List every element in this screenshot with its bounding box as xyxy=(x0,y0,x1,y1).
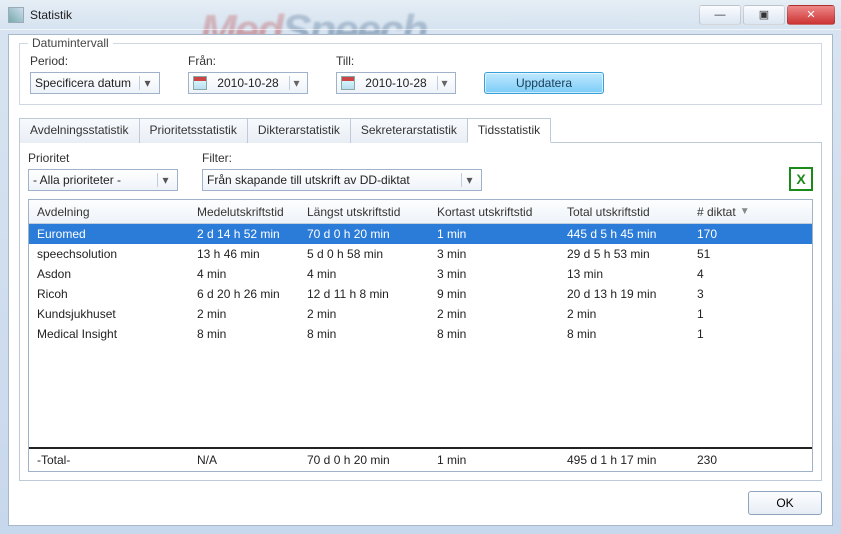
col-langst[interactable]: Längst utskriftstid xyxy=(299,205,429,219)
filter-combobox[interactable]: Från skapande till utskrift av DD-diktat… xyxy=(202,169,482,191)
period-label: Period: xyxy=(30,54,160,68)
close-button[interactable]: ✕ xyxy=(787,5,835,25)
export-excel-button[interactable]: X xyxy=(789,167,813,191)
col-kortast[interactable]: Kortast utskriftstid xyxy=(429,205,559,219)
col-avdelning[interactable]: Avdelning xyxy=(29,205,189,219)
chevron-down-icon: ▾ xyxy=(461,173,477,187)
table-row[interactable]: speechsolution 13 h 46 min 5 d 0 h 58 mi… xyxy=(29,244,812,264)
chevron-down-icon: ▾ xyxy=(139,76,155,90)
titlebar[interactable]: Statistik — ▣ ✕ xyxy=(0,0,841,30)
date-interval-group: Datumintervall Period: Specificera datum… xyxy=(19,43,822,105)
to-label: Till: xyxy=(336,54,456,68)
table-row[interactable]: Ricoh 6 d 20 h 26 min 12 d 11 h 8 min 9 … xyxy=(29,284,812,304)
tab-dikterarstatistik[interactable]: Dikterarstatistik xyxy=(247,118,351,143)
date-interval-legend: Datumintervall xyxy=(28,36,113,50)
filter-label: Filter: xyxy=(202,151,482,165)
tab-panel: Prioritet - Alla prioriteter - ▾ Filter:… xyxy=(19,143,822,481)
chevron-down-icon: ▾ xyxy=(437,76,451,90)
table-body: Euromed 2 d 14 h 52 min 70 d 0 h 20 min … xyxy=(29,224,812,447)
priority-combobox[interactable]: - Alla prioriteter - ▾ xyxy=(28,169,178,191)
table-total-row: -Total- N/A 70 d 0 h 20 min 1 min 495 d … xyxy=(29,447,812,471)
col-diktat[interactable]: # diktat ▼ xyxy=(689,205,809,219)
period-value: Specificera datum xyxy=(35,76,131,90)
window-title: Statistik xyxy=(30,8,72,22)
table-row[interactable]: Kundsjukhuset 2 min 2 min 2 min 2 min 1 xyxy=(29,304,812,324)
table-row[interactable]: Euromed 2 d 14 h 52 min 70 d 0 h 20 min … xyxy=(29,224,812,244)
update-button[interactable]: Uppdatera xyxy=(484,72,604,94)
statistics-table: Avdelning Medelutskriftstid Längst utskr… xyxy=(28,199,813,472)
tab-sekreterarstatistik[interactable]: Sekreterarstatistik xyxy=(350,118,468,143)
minimize-button[interactable]: — xyxy=(699,5,741,25)
tab-strip: Avdelningsstatistik Prioritetsstatistik … xyxy=(19,117,822,143)
to-datepicker[interactable]: 2010-10-28 ▾ xyxy=(336,72,456,94)
table-header: Avdelning Medelutskriftstid Längst utskr… xyxy=(29,200,812,224)
from-value: 2010-10-28 xyxy=(217,76,278,90)
from-label: Från: xyxy=(188,54,308,68)
calendar-icon xyxy=(193,76,207,90)
priority-label: Prioritet xyxy=(28,151,178,165)
tab-avdelningsstatistik[interactable]: Avdelningsstatistik xyxy=(19,118,140,143)
table-row[interactable]: Asdon 4 min 4 min 3 min 13 min 4 xyxy=(29,264,812,284)
client-area: Datumintervall Period: Specificera datum… xyxy=(8,34,833,526)
priority-value: - Alla prioriteter - xyxy=(33,173,121,187)
maximize-button[interactable]: ▣ xyxy=(743,5,785,25)
tab-prioritetsstatistik[interactable]: Prioritetsstatistik xyxy=(139,118,248,143)
chevron-down-icon: ▾ xyxy=(289,76,303,90)
table-row[interactable]: Medical Insight 8 min 8 min 8 min 8 min … xyxy=(29,324,812,344)
to-value: 2010-10-28 xyxy=(365,76,426,90)
filter-value: Från skapande till utskrift av DD-diktat xyxy=(207,173,410,187)
dialog-footer: OK xyxy=(19,481,822,515)
app-icon xyxy=(8,7,24,23)
period-combobox[interactable]: Specificera datum ▾ xyxy=(30,72,160,94)
tab-tidsstatistik[interactable]: Tidsstatistik xyxy=(467,118,551,143)
sort-desc-icon: ▼ xyxy=(740,206,750,217)
col-medelutskriftstid[interactable]: Medelutskriftstid xyxy=(189,205,299,219)
from-datepicker[interactable]: 2010-10-28 ▾ xyxy=(188,72,308,94)
calendar-icon xyxy=(341,76,355,90)
col-total[interactable]: Total utskriftstid xyxy=(559,205,689,219)
window: Statistik — ▣ ✕ Datumintervall Period: S… xyxy=(0,0,841,534)
excel-icon: X xyxy=(796,171,805,187)
chevron-down-icon: ▾ xyxy=(157,173,173,187)
ok-button[interactable]: OK xyxy=(748,491,822,515)
